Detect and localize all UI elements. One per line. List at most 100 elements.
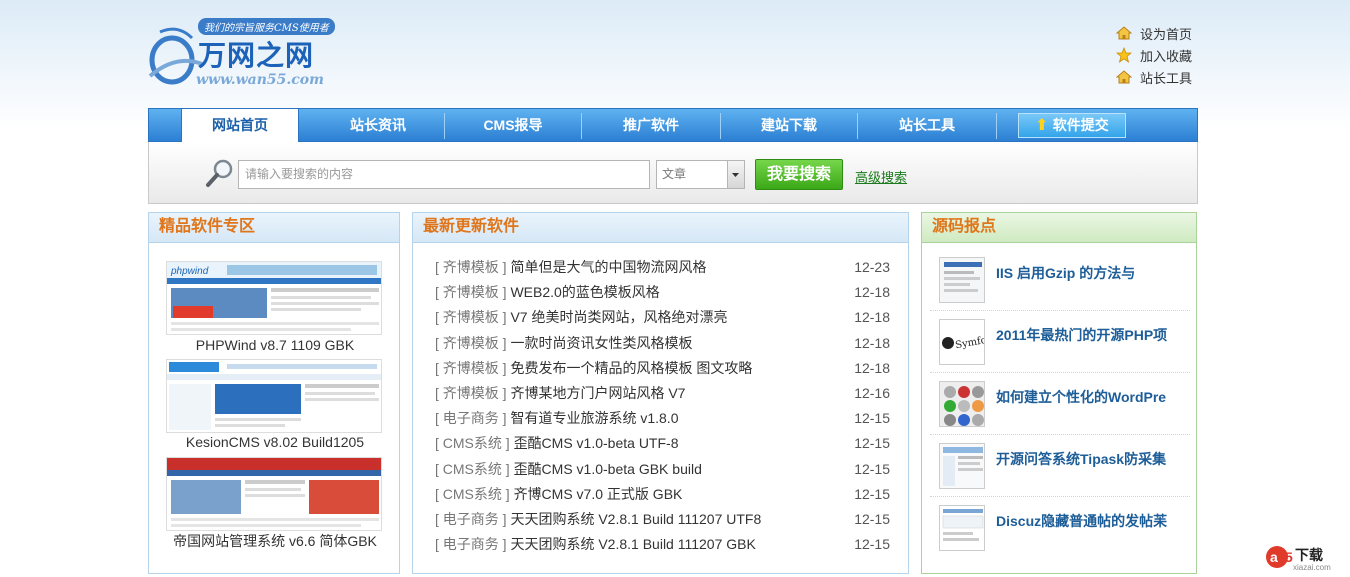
latest-item-date: 12-18 xyxy=(854,309,890,326)
search-button[interactable]: 我要搜索 xyxy=(755,159,843,190)
latest-list-item[interactable]: [ 齐博模板 ] 免费发布一个精品的风格模板 图文攻略 12-18 xyxy=(435,356,890,381)
latest-list-item[interactable]: [ 电子商务 ] 天天团购系统 V2.8.1 Build 111207 GBK 1… xyxy=(435,532,890,557)
latest-item-category[interactable]: [ 电子商务 ] xyxy=(435,410,507,426)
webmaster-tools-label: 站长工具 xyxy=(1140,70,1193,86)
phpwind-screenshot[interactable]: phpwind xyxy=(166,261,382,335)
webmaster-tools-link[interactable]: 站长工具 xyxy=(1116,66,1192,88)
news-title[interactable]: 开源问答系统Tipask防采集 xyxy=(996,449,1186,469)
page-wrapper: 我们的宗旨服务CMS使用者 万网之网 www.wan55.com 设为首页 加入… xyxy=(148,0,1198,577)
latest-list-item[interactable]: [ 电子商务 ] 天天团购系统 V2.8.1 Build 111207 UTF8… xyxy=(435,507,890,532)
add-favorite-label: 加入收藏 xyxy=(1140,48,1193,64)
latest-list-item[interactable]: [ 电子商务 ] 智有道专业旅游系统 v1.8.0 12-15 xyxy=(435,406,890,431)
news-title[interactable]: 如何建立个性化的WordPre xyxy=(996,387,1186,407)
latest-list-item[interactable]: [ CMS系统 ] 歪酷CMS v1.0-beta GBK build 12-15 xyxy=(435,457,890,482)
nav-item-promo-software[interactable]: 推广软件 xyxy=(582,109,720,143)
latest-item-date: 12-23 xyxy=(854,259,890,275)
latest-list-item[interactable]: [ 齐博模板 ] 简单但是大气的中国物流网风格 12-23 xyxy=(435,255,890,280)
search-icon xyxy=(206,159,233,187)
latest-item-title[interactable]: 齐博CMS v7.0 正式版 GBK xyxy=(514,486,683,502)
latest-item-category[interactable]: [ 齐博模板 ] xyxy=(435,385,507,401)
latest-item-category[interactable]: [ 齐博模板 ] xyxy=(435,335,507,351)
watermark-main: 下载 xyxy=(1295,547,1323,563)
search-bar: 请输入要搜索的内容 文章 我要搜索 高级搜索 xyxy=(148,142,1198,204)
latest-list-item[interactable]: [ 齐博模板 ] 一款时尚资讯女性类风格模板 12-18 xyxy=(435,331,890,356)
news-title[interactable]: Discuz隐藏普通帖的发帖苿 xyxy=(996,511,1186,531)
featured-software-panel: 精品软件专区 phpwind PHPWind v8.7 1109 GBK Kes… xyxy=(148,212,400,574)
news-item[interactable]: Symfony 2011年最热门的开源PHP项 xyxy=(930,311,1190,373)
latest-item-category[interactable]: [ CMS系统 ] xyxy=(435,461,510,477)
chevron-down-icon xyxy=(727,161,744,188)
submit-software-button[interactable]: ⬆ 软件提交 xyxy=(1018,113,1126,138)
empirecms-screenshot[interactable] xyxy=(166,457,382,531)
search-category-value: 文章 xyxy=(662,167,687,181)
latest-item-date: 12-15 xyxy=(854,460,890,477)
latest-item-title[interactable]: 天天团购系统 V2.8.1 Build 111207 UTF8 xyxy=(510,511,761,527)
svg-text:phpwind: phpwind xyxy=(170,266,209,277)
news-thumbnail xyxy=(939,257,985,303)
latest-item-category[interactable]: [ 齐博模板 ] xyxy=(435,259,507,275)
latest-item-category[interactable]: [ CMS系统 ] xyxy=(435,435,510,451)
star-icon xyxy=(1116,47,1132,63)
news-item[interactable]: 如何建立个性化的WordPre xyxy=(930,373,1190,435)
news-thumbnail xyxy=(939,505,985,551)
news-panel-title: 源码报点 xyxy=(922,213,1196,243)
kesioncms-screenshot[interactable] xyxy=(166,359,382,433)
latest-list-item[interactable]: [ 齐博模板 ] 齐博某地方门户网站风格 V7 12-16 xyxy=(435,381,890,406)
set-homepage-label: 设为首页 xyxy=(1140,26,1193,42)
latest-item-date: 12-15 xyxy=(854,511,890,527)
news-title[interactable]: 2011年最热门的开源PHP项 xyxy=(996,325,1186,345)
latest-item-title[interactable]: 简单但是大气的中国物流网风格 xyxy=(510,259,706,275)
latest-item-category[interactable]: [ 电子商务 ] xyxy=(435,511,507,527)
latest-item-category[interactable]: [ 齐博模板 ] xyxy=(435,284,507,300)
nav-item-home[interactable]: 网站首页 xyxy=(181,108,299,144)
nav-item-site-download[interactable]: 建站下载 xyxy=(721,109,857,143)
kesioncms-caption[interactable]: KesionCMS v8.02 Build1205 xyxy=(149,434,401,450)
latest-item-title[interactable]: WEB2.0的蓝色模板风格 xyxy=(510,284,659,300)
phpwind-caption[interactable]: PHPWind v8.7 1109 GBK xyxy=(149,337,401,353)
empirecms-caption[interactable]: 帝国网站管理系统 v6.6 简体GBK xyxy=(149,531,401,551)
latest-panel-title: 最新更新软件 xyxy=(413,213,908,243)
latest-item-title[interactable]: 智有道专业旅游系统 v1.8.0 xyxy=(510,410,678,426)
latest-item-title[interactable]: 免费发布一个精品的风格模板 图文攻略 xyxy=(510,360,752,376)
source-news-panel: 源码报点 IIS 启用Gzip 的方法与 Symfony 2011年最热门的开源… xyxy=(921,212,1197,574)
latest-list-item[interactable]: [ CMS系统 ] 齐博CMS v7.0 正式版 GBK 12-15 xyxy=(435,482,890,507)
latest-item-title[interactable]: 歪酷CMS v1.0-beta UTF-8 xyxy=(514,435,679,451)
svg-text:a: a xyxy=(1270,549,1278,565)
latest-item-category[interactable]: [ 电子商务 ] xyxy=(435,536,507,552)
search-input[interactable]: 请输入要搜索的内容 xyxy=(238,160,650,189)
nav-item-news[interactable]: 站长资讯 xyxy=(309,109,447,143)
submit-software-label: 软件提交 xyxy=(1052,117,1109,133)
advanced-search-link[interactable]: 高级搜索 xyxy=(855,167,907,186)
logo-url: www.wan55.com xyxy=(196,72,324,88)
news-title[interactable]: IIS 启用Gzip 的方法与 xyxy=(996,263,1186,283)
nav-divider xyxy=(996,113,997,139)
site-logo[interactable]: 我们的宗旨服务CMS使用者 万网之网 www.wan55.com xyxy=(148,16,348,92)
main-nav: 网站首页 站长资讯 CMS报导 推广软件 建站下载 站长工具 ⬆ 软件提交 xyxy=(148,108,1198,144)
latest-software-panel: 最新更新软件 [ 齐博模板 ] 简单但是大气的中国物流网风格 12-23[ 齐博模… xyxy=(412,212,909,574)
latest-item-title[interactable]: 齐博某地方门户网站风格 V7 xyxy=(510,385,685,401)
latest-item-title[interactable]: 天天团购系统 V2.8.1 Build 111207 GBK xyxy=(510,536,755,552)
nav-item-cms-report[interactable]: CMS报导 xyxy=(445,109,581,143)
latest-item-date: 12-18 xyxy=(854,284,890,301)
news-item[interactable]: IIS 启用Gzip 的方法与 xyxy=(930,249,1190,311)
latest-item-category[interactable]: [ 齐博模板 ] xyxy=(435,360,507,376)
latest-list-item[interactable]: [ CMS系统 ] 歪酷CMS v1.0-beta UTF-8 12-15 xyxy=(435,431,890,456)
latest-list-item[interactable]: [ 齐博模板 ] V7 绝美时尚类网站，风格绝对漂亮 12-18 xyxy=(435,305,890,330)
latest-item-category[interactable]: [ CMS系统 ] xyxy=(435,486,510,502)
news-thumbnail xyxy=(939,443,985,489)
set-homepage-link[interactable]: 设为首页 xyxy=(1116,22,1192,44)
news-thumbnail xyxy=(939,381,985,427)
latest-item-title[interactable]: 一款时尚资讯女性类风格模板 xyxy=(510,335,692,351)
latest-list-item[interactable]: [ 齐博模板 ] WEB2.0的蓝色模板风格 12-18 xyxy=(435,280,890,305)
latest-item-title[interactable]: 歪酷CMS v1.0-beta GBK build xyxy=(514,461,702,477)
add-favorite-link[interactable]: 加入收藏 xyxy=(1116,44,1192,66)
search-category-select[interactable]: 文章 xyxy=(656,160,745,189)
news-item[interactable]: Discuz隐藏普通帖的发帖苿 xyxy=(930,497,1190,559)
nav-item-webmaster-tools[interactable]: 站长工具 xyxy=(858,109,996,143)
watermark-sub: xiazai.com xyxy=(1293,563,1331,572)
news-item[interactable]: 开源问答系统Tipask防采集 xyxy=(930,435,1190,497)
latest-item-date: 12-15 xyxy=(854,485,890,502)
latest-item-title[interactable]: V7 绝美时尚类网站，风格绝对漂亮 xyxy=(510,309,727,325)
up-arrow-icon: ⬆ xyxy=(1035,117,1049,134)
latest-item-category[interactable]: [ 齐博模板 ] xyxy=(435,309,507,325)
